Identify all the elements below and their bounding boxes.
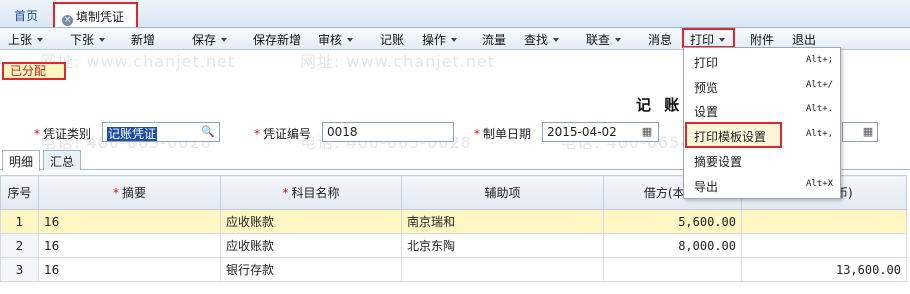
cell-debit[interactable]: 8,000.00 — [603, 233, 742, 258]
cell-credit[interactable] — [741, 209, 907, 234]
date-label: * 制单日期 — [474, 127, 532, 141]
tab-summary[interactable]: 汇总 — [43, 150, 82, 170]
search-icon[interactable]: 🔍 — [201, 125, 215, 139]
chevron-down-icon — [451, 38, 458, 42]
message-button[interactable]: 消息 — [648, 31, 672, 48]
watermark-url: 网址: www.chanjet.net — [40, 52, 236, 71]
post-button[interactable]: 记账 — [380, 31, 404, 48]
chevron-down-icon — [221, 38, 228, 42]
cell-aux[interactable] — [401, 257, 604, 282]
tab-bar: 首页 × 填制凭证 — [0, 0, 910, 28]
cell-debit[interactable] — [603, 257, 742, 282]
cell-account[interactable]: 应收账款 — [220, 233, 402, 258]
voucher-no-label: * 凭证编号 — [254, 127, 312, 141]
table-row[interactable]: 2 16 应收账款 北京东陶 8,000.00 — [0, 233, 907, 258]
cell-credit[interactable]: 13,600.00 — [741, 257, 907, 282]
calendar-icon[interactable]: ▦ — [640, 125, 654, 139]
next-button[interactable]: 下张 — [70, 31, 106, 48]
link-query-button[interactable]: 联查 — [586, 31, 622, 48]
cell-seq: 2 — [0, 233, 39, 258]
menu-item-print[interactable]: 打印 Alt+; — [684, 50, 840, 72]
flow-button[interactable]: 流量 — [482, 31, 506, 48]
cell-account[interactable]: 应收账款 — [220, 209, 402, 234]
prev-button[interactable]: 上张 — [8, 31, 44, 48]
save-add-button[interactable]: 保存新增 — [253, 31, 301, 48]
col-aux[interactable]: 辅助项 — [401, 175, 604, 210]
chevron-down-icon — [615, 38, 622, 42]
cell-summary[interactable]: 16 — [38, 257, 221, 282]
table-row[interactable]: 3 16 银行存款 13,600.00 — [0, 257, 907, 282]
cell-credit[interactable] — [741, 233, 907, 258]
exit-button[interactable]: 退出 — [792, 31, 816, 48]
cell-aux[interactable]: 南京瑞和 — [401, 209, 604, 234]
add-button[interactable]: 新增 — [131, 31, 155, 48]
voucher-type-value: 记账凭证 — [107, 127, 158, 141]
tab-voucher-entry[interactable]: × 填制凭证 — [53, 2, 138, 27]
status-badge: 已分配 — [2, 62, 66, 80]
cell-debit[interactable]: 5,600.00 — [603, 209, 742, 234]
chevron-down-icon — [99, 38, 106, 42]
print-button-highlight — [682, 28, 735, 48]
menu-item-settings[interactable]: 设置 Alt+. — [684, 99, 840, 121]
save-button[interactable]: 保存 — [192, 31, 228, 48]
chevron-down-icon — [347, 38, 354, 42]
print-dropdown-menu: 打印 Alt+; 预览 Alt+/ 设置 Alt+. 打印模板设置 Alt+, … — [683, 47, 841, 199]
audit-button[interactable]: 审核 — [318, 31, 354, 48]
tab-voucher-entry-label: 填制凭证 — [76, 10, 125, 24]
menu-item-print-template[interactable]: 打印模板设置 Alt+, — [684, 122, 840, 148]
find-button[interactable]: 查找 — [524, 31, 560, 48]
cell-seq: 3 — [0, 257, 39, 282]
menu-item-preview[interactable]: 预览 Alt+/ — [684, 75, 840, 97]
operate-button[interactable]: 操作 — [422, 31, 458, 48]
chevron-down-icon — [37, 38, 44, 42]
menu-item-export[interactable]: 导出 Alt+X — [684, 174, 840, 196]
voucher-type-label: * 凭证类别 — [34, 127, 92, 141]
col-account[interactable]: * 科目名称 — [220, 175, 402, 210]
cell-aux[interactable]: 北京东陶 — [401, 233, 604, 258]
page-title: 记 账 — [636, 96, 684, 114]
calendar-icon[interactable]: ▦ — [861, 125, 875, 139]
cell-summary[interactable]: 16 — [38, 209, 221, 234]
attach-button[interactable]: 附件 — [750, 31, 774, 48]
col-summary[interactable]: * 摘要 — [38, 175, 221, 210]
col-seq: 序号 — [0, 175, 39, 210]
tab-detail[interactable]: 明细 — [2, 150, 41, 171]
watermark-url: 网址: www.chanjet.net — [300, 52, 496, 71]
cell-summary[interactable]: 16 — [38, 233, 221, 258]
close-icon[interactable]: × — [62, 15, 73, 26]
cell-account[interactable]: 银行存款 — [220, 257, 402, 282]
chevron-down-icon — [553, 38, 560, 42]
cell-seq: 1 — [0, 209, 39, 234]
tab-home[interactable]: 首页 — [14, 7, 38, 24]
menu-item-summary-settings[interactable]: 摘要设置 — [684, 149, 840, 171]
voucher-no-field[interactable]: 0018 — [322, 122, 454, 142]
table-row[interactable]: 1 16 应收账款 南京瑞和 5,600.00 — [0, 209, 907, 234]
